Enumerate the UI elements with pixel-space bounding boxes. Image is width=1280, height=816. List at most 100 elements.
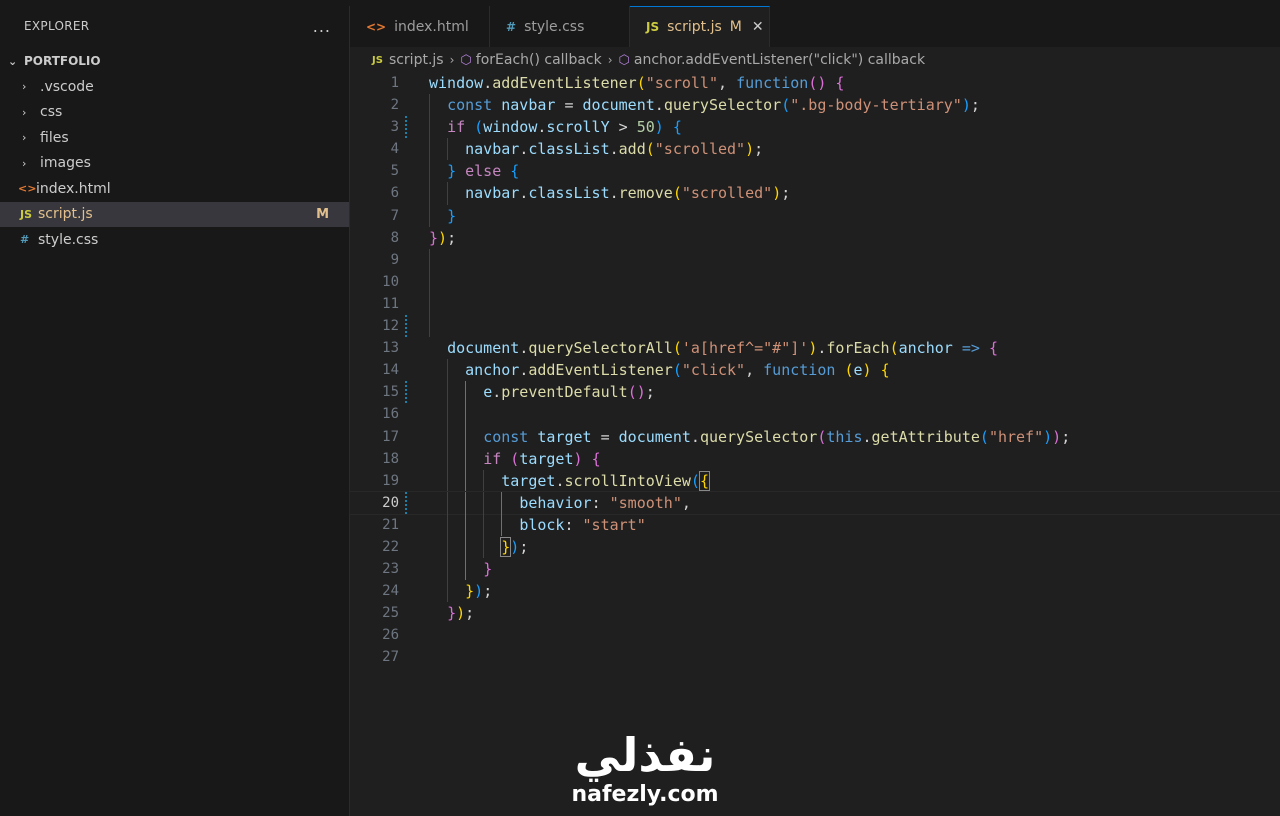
code-line: 24 });	[350, 580, 1280, 603]
line-number: 14	[382, 362, 399, 379]
line-number: 5	[390, 163, 399, 180]
html-file-icon: <>	[366, 19, 387, 34]
line-number: 9	[390, 251, 399, 268]
code-line: 19 target.scrollIntoView({	[350, 469, 1280, 492]
code-line: 15 e.preventDefault();	[350, 381, 1280, 404]
code-line: 16	[350, 403, 1280, 426]
modified-badge: M	[729, 19, 742, 35]
js-file-icon: JS	[372, 54, 383, 66]
tree-folder-files[interactable]: › files	[0, 125, 349, 151]
tab-label: index.html	[394, 18, 469, 35]
line-number: 18	[382, 450, 399, 467]
explorer-header: EXPLORER ...	[0, 6, 349, 46]
code-line: 21 block: "start"	[350, 513, 1280, 536]
code-line: 9	[350, 248, 1280, 271]
line-number: 17	[382, 428, 399, 445]
chevron-right-icon: ›	[22, 131, 27, 145]
tree-item-label: .vscode	[40, 78, 94, 95]
code-line: 18 if (target) {	[350, 447, 1280, 470]
code-line: 13 document.querySelectorAll('a[href^="#…	[350, 337, 1280, 359]
tree-item-label: index.html	[36, 180, 111, 197]
html-file-icon: <>	[18, 182, 37, 196]
css-file-icon: #	[20, 233, 30, 247]
code-line: 11	[350, 292, 1280, 316]
code-line: 3 if (window.scrollY > 50) {	[350, 116, 1280, 139]
js-file-icon: JS	[646, 20, 660, 34]
code-line: 12	[350, 315, 1280, 338]
tree-file-script-js[interactable]: JS script.js M	[0, 201, 349, 227]
code-text: });	[447, 604, 475, 623]
tab-label: script.js	[667, 19, 722, 35]
line-number: 10	[382, 273, 399, 290]
code-line: 5 } else {	[350, 160, 1280, 183]
code-text: document.querySelectorAll('a[href^="#"]'…	[447, 339, 998, 358]
code-text: }	[447, 206, 457, 225]
code-text: } else {	[447, 162, 520, 181]
code-line: 27	[350, 646, 1280, 668]
code-text: if (window.scrollY > 50) {	[447, 118, 682, 137]
code-line: 1 window.addEventListener("scroll", funct…	[350, 72, 1280, 94]
code-text: behavior: "smooth",	[519, 493, 691, 512]
folder-portfolio[interactable]: ⌄ PORTFOLIO	[0, 48, 349, 74]
more-actions-icon[interactable]: ...	[313, 17, 331, 36]
tab-script-js[interactable]: JS script.js M ✕	[630, 6, 770, 47]
css-file-icon: #	[506, 19, 517, 34]
chevron-right-icon: ›	[22, 156, 27, 170]
line-number: 8	[390, 229, 399, 246]
tree-item-label: files	[40, 129, 69, 146]
line-number: 26	[382, 627, 399, 644]
code-line: 26	[350, 624, 1280, 646]
code-line: 17 const target = document.querySelector…	[350, 425, 1280, 448]
breadcrumb-foreach[interactable]: forEach() callback	[476, 52, 602, 68]
breadcrumb-file[interactable]: script.js	[389, 52, 444, 68]
tab-style-css[interactable]: # style.css	[490, 6, 630, 47]
tree-file-index-html[interactable]: <> index.html	[0, 176, 349, 202]
code-text: navbar.classList.remove("scrolled");	[465, 184, 791, 203]
watermark-domain: nafezly.com	[571, 782, 719, 807]
folder-name: PORTFOLIO	[24, 54, 101, 68]
code-line-current: 20 behavior: "smooth",	[349, 490, 1280, 515]
code-line: 25 });	[350, 602, 1280, 624]
code-text: target.scrollIntoView({	[501, 470, 710, 491]
symbol-method-icon: ⬡	[460, 52, 472, 68]
code-line: 6 navbar.classList.remove("scrolled");	[350, 182, 1280, 205]
code-text: const target = document.querySelector(th…	[483, 427, 1071, 446]
code-text: const navbar = document.querySelector(".…	[447, 96, 980, 115]
line-number: 19	[382, 472, 399, 489]
breadcrumb: JS script.js › ⬡ forEach() callback › ⬡ …	[350, 48, 1280, 72]
code-line: 23 }	[350, 558, 1280, 581]
line-number: 16	[382, 406, 399, 423]
code-line: 10	[350, 270, 1280, 293]
line-number: 23	[382, 561, 399, 578]
close-icon[interactable]: ✕	[752, 19, 764, 35]
line-number: 15	[382, 384, 399, 401]
line-number: 22	[382, 538, 399, 555]
code-line: 22 });	[350, 535, 1280, 559]
code-text: if (target) {	[483, 449, 601, 468]
tree-folder-images[interactable]: › images	[0, 151, 349, 177]
line-number: 4	[390, 141, 399, 158]
tab-index-html[interactable]: <> index.html	[350, 6, 490, 47]
editor-tabs: <> index.html # style.css JS script.js M…	[350, 6, 1280, 47]
tree-file-style-css[interactable]: # style.css	[0, 227, 349, 253]
line-number: 25	[382, 605, 399, 622]
line-number: 24	[382, 583, 399, 600]
code-text: });	[465, 582, 493, 601]
chevron-right-icon: ›	[22, 105, 27, 119]
code-text: e.preventDefault();	[483, 383, 655, 402]
chevron-right-icon: ›	[22, 80, 27, 94]
tree-item-label: images	[40, 155, 91, 172]
code-text: });	[500, 536, 529, 557]
tree-folder-css[interactable]: › css	[0, 100, 349, 126]
code-line: 14 anchor.addEventListener("click", func…	[350, 359, 1280, 382]
line-number: 1	[390, 75, 399, 91]
code-text: block: "start"	[519, 515, 646, 534]
chevron-down-icon: ⌄	[8, 54, 18, 68]
tree-folder-vscode[interactable]: › .vscode	[0, 74, 349, 100]
breadcrumb-listener[interactable]: anchor.addEventListener("click") callbac…	[634, 52, 925, 68]
code-line: 2 const navbar = document.querySelector(…	[350, 94, 1280, 117]
tree-item-label: css	[40, 104, 63, 121]
js-file-icon: JS	[20, 207, 33, 221]
code-line: 4 navbar.classList.add("scrolled");	[350, 138, 1280, 161]
code-editor[interactable]: 1 window.addEventListener("scroll", funct…	[349, 72, 1280, 816]
